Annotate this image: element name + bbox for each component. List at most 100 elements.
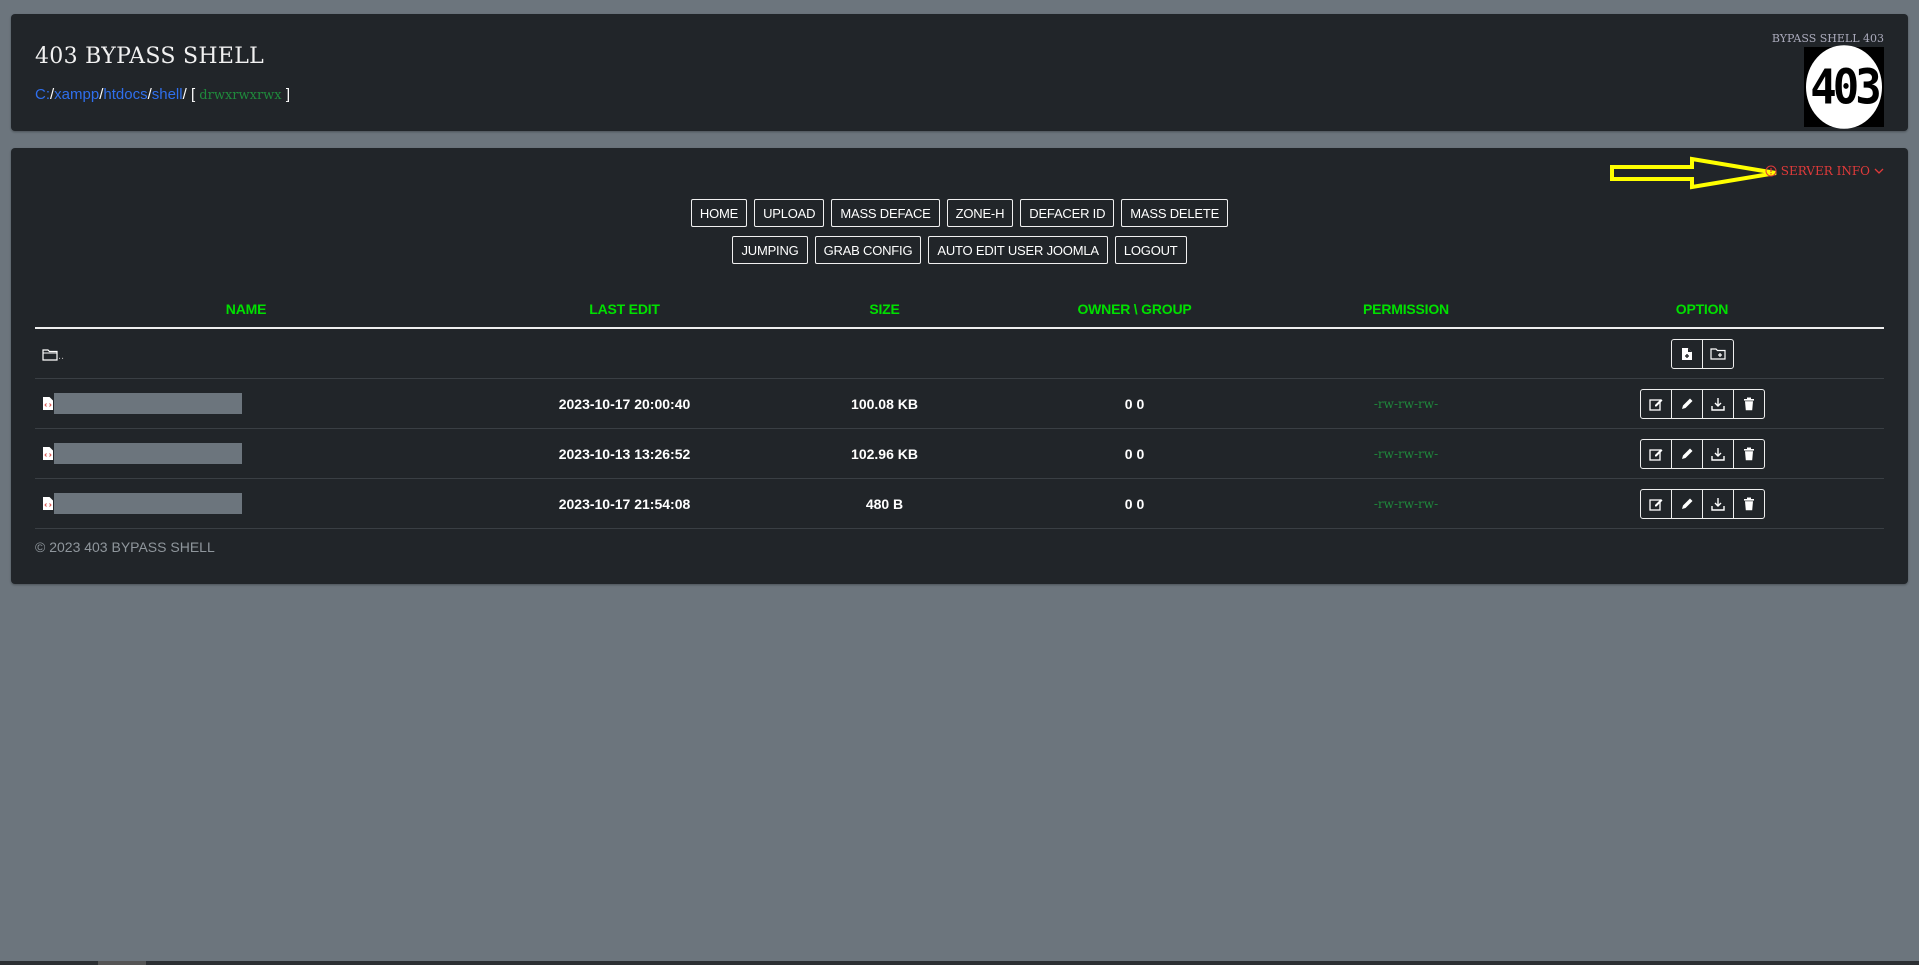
delete-file-button[interactable] bbox=[1734, 390, 1764, 418]
code-file-icon bbox=[43, 397, 53, 410]
header-card: 403 BYPASS SHELL C:/xampp/htdocs/shell/ … bbox=[11, 14, 1908, 131]
server-info-toggle[interactable]: SERVER INFO bbox=[1765, 164, 1884, 178]
last-edit-cell: 2023-10-17 21:54:08 bbox=[457, 478, 792, 529]
annotation-arrow-icon bbox=[1610, 156, 1777, 190]
page-title: 403 BYPASS SHELL bbox=[35, 44, 265, 69]
rename-file-button[interactable] bbox=[1672, 439, 1703, 468]
mass-deface-button[interactable]: MASS DEFACE bbox=[831, 199, 940, 227]
trash-icon bbox=[1743, 397, 1754, 410]
empty-cell bbox=[1292, 328, 1520, 379]
logout-button[interactable]: LOGOUT bbox=[1114, 236, 1187, 264]
file-actions-cell bbox=[1520, 378, 1884, 429]
file-table: NAME LAST EDIT SIZE OWNER \ GROUP PERMIS… bbox=[35, 291, 1884, 529]
logo: 403 bbox=[1804, 45, 1884, 129]
table-row: 2023-10-13 13:26:52 102.96 KB 0 0 -rw-rw… bbox=[35, 428, 1884, 479]
download-icon bbox=[1710, 397, 1725, 411]
column-header-last-edit: LAST EDIT bbox=[457, 291, 792, 329]
edit-file-button[interactable] bbox=[1641, 439, 1672, 468]
folder-icon bbox=[42, 349, 58, 361]
trash-icon bbox=[1743, 447, 1754, 460]
download-icon bbox=[1710, 497, 1725, 511]
trash-icon bbox=[1743, 497, 1754, 510]
file-actions bbox=[1639, 388, 1765, 419]
home-button[interactable]: HOME bbox=[690, 199, 748, 227]
file-actions bbox=[1639, 488, 1765, 519]
edit-file-button[interactable] bbox=[1641, 489, 1672, 518]
auto-edit-user-joomla-button[interactable]: AUTO EDIT USER JOOMLA bbox=[928, 236, 1108, 264]
path-segment-drive[interactable]: C: bbox=[35, 86, 50, 103]
horizontal-scrollbar[interactable] bbox=[0, 961, 1919, 965]
column-header-permission: PERMISSION bbox=[1292, 291, 1520, 329]
zone-h-button[interactable]: ZONE-H bbox=[946, 199, 1014, 227]
path-segment-htdocs[interactable]: htdocs bbox=[103, 86, 147, 103]
download-file-button[interactable] bbox=[1703, 489, 1734, 518]
path-segment-shell[interactable]: shell bbox=[152, 86, 183, 103]
new-file-button[interactable] bbox=[1672, 339, 1703, 368]
table-row: 2023-10-17 20:00:40 100.08 KB 0 0 -rw-rw… bbox=[35, 378, 1884, 429]
directory-actions-cell bbox=[1520, 328, 1884, 379]
last-edit-cell: 2023-10-17 20:00:40 bbox=[457, 378, 792, 429]
permission-cell[interactable]: -rw-rw-rw- bbox=[1292, 478, 1520, 529]
edit-file-button[interactable] bbox=[1641, 389, 1672, 418]
download-icon bbox=[1710, 447, 1725, 461]
file-manager-card: SERVER INFO HOME UPLOAD MASS DEFACE ZONE… bbox=[11, 148, 1908, 584]
breadcrumb: C:/xampp/htdocs/shell/ [ drwxrwxrwx ] bbox=[35, 86, 290, 103]
edit-square-icon bbox=[1648, 498, 1662, 511]
delete-file-button[interactable] bbox=[1734, 490, 1764, 518]
empty-cell bbox=[792, 328, 977, 379]
download-file-button[interactable] bbox=[1703, 389, 1734, 418]
table-row: 2023-10-17 21:54:08 480 B 0 0 -rw-rw-rw- bbox=[35, 478, 1884, 529]
rename-file-button[interactable] bbox=[1672, 489, 1703, 518]
permission-cell[interactable]: -rw-rw-rw- bbox=[1292, 378, 1520, 429]
brand-label: BYPASS SHELL 403 bbox=[1771, 32, 1884, 45]
scrollbar-thumb[interactable] bbox=[98, 961, 146, 965]
owner-cell: 0 0 bbox=[977, 478, 1292, 529]
column-header-size: SIZE bbox=[792, 291, 977, 329]
pencil-icon bbox=[1681, 498, 1692, 509]
rename-file-button[interactable] bbox=[1672, 389, 1703, 418]
code-file-icon bbox=[43, 497, 53, 510]
empty-cell bbox=[457, 328, 792, 379]
parent-directory-cell[interactable]: .. bbox=[35, 328, 457, 379]
footer-copyright: © 2023 403 BYPASS SHELL bbox=[35, 539, 215, 555]
new-file-icon bbox=[1681, 347, 1692, 360]
grab-config-button[interactable]: GRAB CONFIG bbox=[814, 236, 922, 264]
file-name-redacted bbox=[54, 393, 242, 414]
file-name-cell[interactable] bbox=[35, 478, 457, 529]
mass-delete-button[interactable]: MASS DELETE bbox=[1121, 199, 1229, 227]
path-segment-xampp[interactable]: xampp bbox=[54, 86, 99, 103]
pencil-icon bbox=[1681, 398, 1692, 409]
size-cell: 100.08 KB bbox=[792, 378, 977, 429]
file-name-cell[interactable] bbox=[35, 428, 457, 479]
column-header-owner-group: OWNER \ GROUP bbox=[977, 291, 1292, 329]
permission-cell[interactable]: -rw-rw-rw- bbox=[1292, 428, 1520, 479]
table-row-parent-directory[interactable]: .. bbox=[35, 328, 1884, 379]
perm-bracket-close: ] bbox=[285, 86, 290, 103]
delete-file-button[interactable] bbox=[1734, 440, 1764, 468]
edit-square-icon bbox=[1648, 448, 1662, 461]
pencil-icon bbox=[1681, 448, 1692, 459]
defacer-id-button[interactable]: DEFACER ID bbox=[1020, 199, 1115, 227]
parent-directory-label: .. bbox=[58, 349, 65, 362]
download-file-button[interactable] bbox=[1703, 439, 1734, 468]
file-name-redacted bbox=[54, 493, 242, 514]
server-info-label: SERVER INFO bbox=[1780, 164, 1870, 178]
file-actions-cell bbox=[1520, 478, 1884, 529]
nav-row-secondary: JUMPING GRAB CONFIG AUTO EDIT USER JOOML… bbox=[11, 236, 1908, 264]
column-header-option: OPTION bbox=[1520, 291, 1884, 329]
file-name-redacted bbox=[54, 443, 242, 464]
directory-permission: drwxrwxrwx bbox=[199, 88, 282, 103]
column-header-name: NAME bbox=[35, 291, 457, 329]
new-folder-icon bbox=[1709, 348, 1726, 360]
chevron-down-icon bbox=[1874, 168, 1884, 174]
size-cell: 480 B bbox=[792, 478, 977, 529]
owner-cell: 0 0 bbox=[977, 428, 1292, 479]
upload-button[interactable]: UPLOAD bbox=[754, 199, 825, 227]
info-circle-icon bbox=[1765, 165, 1777, 177]
logo-text: 403 bbox=[1806, 45, 1882, 129]
owner-cell: 0 0 bbox=[977, 378, 1292, 429]
file-name-cell[interactable] bbox=[35, 378, 457, 429]
path-separator: / bbox=[182, 86, 187, 103]
jumping-button[interactable]: JUMPING bbox=[732, 236, 808, 264]
new-folder-button[interactable] bbox=[1703, 340, 1733, 368]
